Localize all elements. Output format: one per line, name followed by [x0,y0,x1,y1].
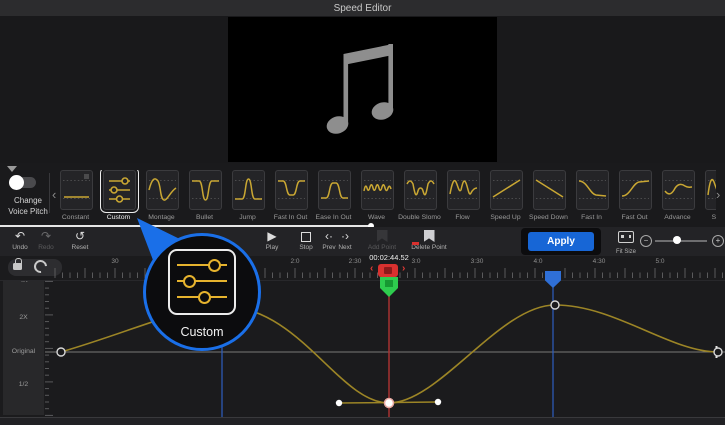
preset-label: Fast In [568,214,615,221]
video-preview [228,17,497,162]
titlebar: Speed Editor [0,0,725,16]
preset-fast-in-out[interactable]: Fast In Out [275,170,306,226]
timeline-bottom-bar [0,417,725,425]
divider [49,173,50,213]
toggle-knob [9,175,24,190]
speed-curve-graph[interactable] [0,256,725,425]
voice-pitch-toggle[interactable] [11,177,36,188]
delete-point-icon [406,229,452,243]
apply-plate: Apply [521,228,601,255]
bezier-handle[interactable] [435,399,441,405]
toolbar: ↶ Undo ↷ Redo ↺ Reset ▶ Play Stop ‹· Pre… [0,227,725,256]
preset-label: Constant [60,214,99,221]
add-point-button[interactable]: Add Point [362,229,402,255]
next-button[interactable]: ·› Next [327,229,363,255]
apply-button[interactable]: Apply [528,232,594,251]
playhead-timestamp: 00:02:44.52 [350,253,428,262]
presets-scroll-left-icon[interactable]: ‹ [52,187,56,202]
reset-icon: ↺ [62,229,98,243]
preview-area [0,16,725,163]
play-icon: ▶ [254,229,290,243]
speed-editor-window: Speed Editor Change Voice Pitch ‹ Consta… [0,0,725,425]
zoom-out-icon[interactable]: − [640,235,652,247]
fit-size-icon [618,231,634,243]
preset-flow[interactable]: Flow [447,170,478,226]
playhead-handle[interactable] [378,264,398,277]
redo-icon: ↷ [28,229,64,243]
play-button[interactable]: ▶ Play [254,229,290,255]
delete-point-button[interactable]: Delete Point [406,229,452,255]
preset-panel: Change Voice Pitch ‹ ConstantCustomMonta… [0,163,725,227]
next-icon: ·› [327,229,363,243]
preset-constant[interactable]: Constant [60,170,91,226]
preset-double-slomo[interactable]: Double Slomo [404,170,435,226]
add-point-icon [362,229,402,243]
preset-fast-out[interactable]: Fast Out [619,170,650,226]
preset-label: Shoot [697,214,716,221]
slider-row [177,275,227,289]
speed-keyframe-point-selected[interactable] [385,399,394,408]
slider-row [177,259,227,273]
preset-speed-up[interactable]: Speed Up [490,170,521,226]
presets-scroll-right-icon[interactable]: › [716,187,720,202]
preset-label: Fast Out [611,214,658,221]
reset-button[interactable]: ↺ Reset [62,229,98,255]
preset-shoot[interactable]: Shoot [705,170,716,226]
preset-label: Jump [224,214,271,221]
speed-keyframe-point[interactable] [57,348,65,356]
playhead-step-left-icon[interactable]: ‹ [370,262,373,275]
playhead-step-right-icon[interactable]: › [402,262,405,275]
fit-size-button[interactable]: Fit Size [612,230,640,255]
zoom-in-icon[interactable]: + [712,235,724,247]
zoom-slider[interactable] [655,240,707,242]
preset-label: Speed Down [525,214,572,221]
collapse-arrow-icon[interactable] [7,166,17,172]
speed-keyframe-point[interactable] [551,301,559,309]
preset-ease-in-out[interactable]: Ease In Out [318,170,349,226]
preset-advance[interactable]: Advance [662,170,693,226]
preset-wave[interactable]: Wave [361,170,392,226]
voice-pitch-label: Change Voice Pitch [0,195,56,217]
preset-label: Advance [654,214,701,221]
preset-label: Double Slomo [396,214,443,221]
preset-label: Flow [439,214,486,221]
redo-button[interactable]: ↷ Redo [28,229,64,255]
preset-speed-down[interactable]: Speed Down [533,170,564,226]
window-title: Speed Editor [334,3,392,14]
bezier-handle[interactable] [336,400,342,406]
timeline-panel: 301:01:302:02:303:03:304:04:305:0 4X2XOr… [0,256,725,425]
callout-label: Custom [146,325,258,339]
custom-preset-callout: Custom [143,233,261,351]
preset-jump[interactable]: Jump [232,170,263,226]
speed-keyframe-point[interactable] [714,348,722,356]
preset-label: Ease In Out [310,214,357,221]
slider-row [177,291,227,305]
preset-label: Fast In Out [267,214,314,221]
music-note-icon [323,44,403,136]
preset-label: Speed Up [482,214,529,221]
preset-label: Wave [353,214,400,221]
sliders-icon [168,249,236,315]
preset-fast-in[interactable]: Fast In [576,170,607,226]
zoom-slider-handle[interactable] [673,236,681,244]
